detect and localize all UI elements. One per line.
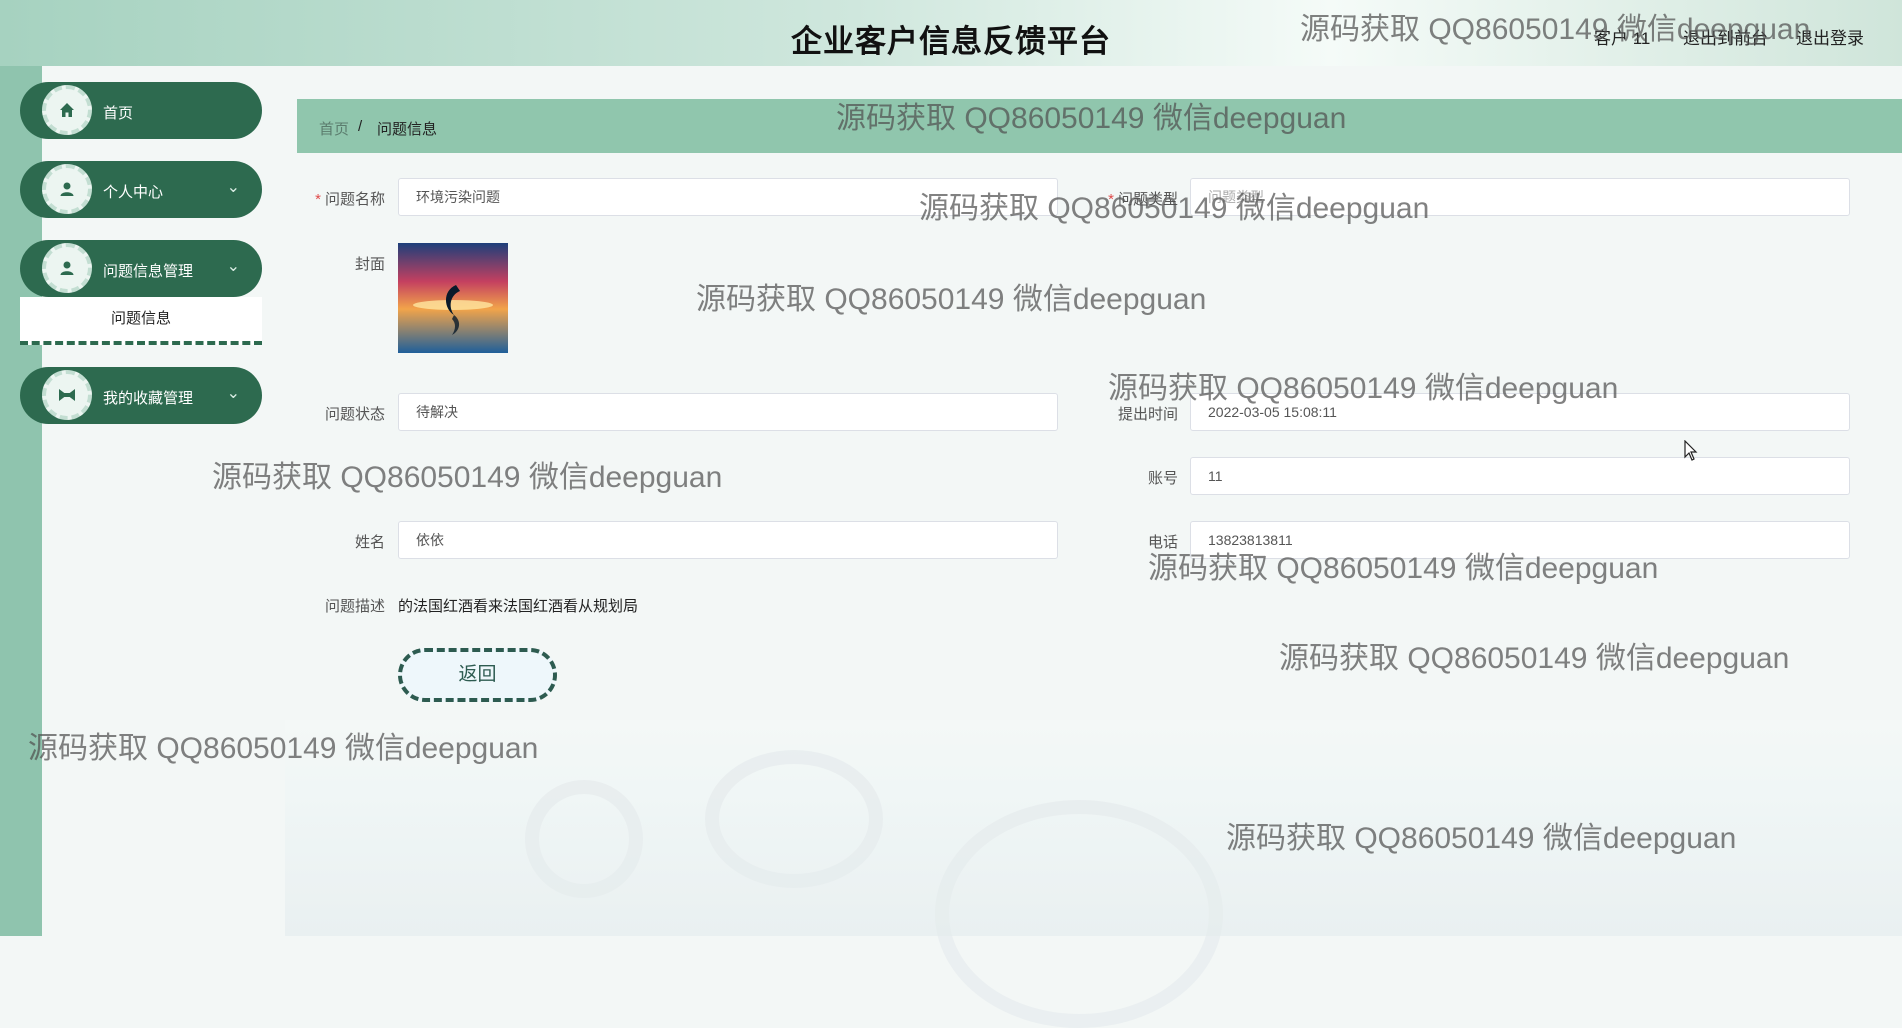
problem-name-input[interactable]: 环境污染问题 xyxy=(398,178,1058,216)
problem-name-label-text: 问题名称 xyxy=(324,191,385,208)
exit-to-front-link[interactable]: 退出到前台 xyxy=(1683,24,1768,49)
top-header: 企业客户信息反馈平台 客户 11 退出到前台 退出登录 xyxy=(0,0,1902,66)
chevron-down-icon: ⌄ xyxy=(226,258,240,275)
breadcrumb: 首页 / 问题信息 xyxy=(297,99,1902,153)
sidebar-item-problem-management[interactable]: 问题信息管理 ⌄ xyxy=(20,240,262,297)
chevron-down-icon: ⌄ xyxy=(226,179,240,196)
phone-input[interactable]: 13823813811 xyxy=(1190,521,1850,559)
breadcrumb-separator: / xyxy=(358,118,363,135)
required-mark: * xyxy=(315,191,321,208)
person-icon xyxy=(42,243,92,293)
collect-icon xyxy=(42,370,92,420)
person-icon xyxy=(42,164,92,214)
sidebar-item-personal-center[interactable]: 个人中心 ⌄ xyxy=(20,161,262,218)
sidebar-item-label: 我的收藏管理 xyxy=(103,390,194,407)
breadcrumb-current: 问题信息 xyxy=(377,121,438,138)
phone-label: 电话 xyxy=(1147,534,1178,551)
background-shape xyxy=(525,780,643,898)
account-input[interactable]: 11 xyxy=(1190,457,1850,495)
background-shape xyxy=(705,750,883,888)
status-input[interactable]: 待解决 xyxy=(398,393,1058,431)
back-button[interactable]: 返回 xyxy=(398,648,557,702)
logout-link[interactable]: 退出登录 xyxy=(1796,24,1864,49)
sidebar-item-label: 问题信息管理 xyxy=(103,263,194,280)
background-shape xyxy=(935,800,1223,1028)
name-label: 姓名 xyxy=(354,534,385,551)
watermark: 源码获取 QQ86050149 微信deepguan xyxy=(1279,642,1790,675)
problem-type-label-text: 问题类型 xyxy=(1117,191,1178,208)
sidebar-item-home[interactable]: 首页 xyxy=(20,82,262,139)
problem-type-input[interactable]: 问题类型 xyxy=(1190,178,1850,216)
problem-type-label: * 问题类型 xyxy=(1078,188,1178,209)
description-text: 的法国红酒看来法国红酒看从规划局 xyxy=(398,598,639,615)
sidebar-subitem-problem-info[interactable]: 问题信息 xyxy=(20,297,262,345)
status-label: 问题状态 xyxy=(324,406,385,423)
watermark: 源码获取 QQ86050149 微信deepguan xyxy=(696,283,1207,316)
account-label: 账号 xyxy=(1147,470,1178,487)
sidebar-item-label: 首页 xyxy=(103,105,134,122)
current-user: 客户 11 xyxy=(1594,29,1651,48)
submit-time-label: 提出时间 xyxy=(1117,406,1178,423)
sidebar-item-favorites[interactable]: 我的收藏管理 ⌄ xyxy=(20,367,262,424)
background-art xyxy=(285,720,1902,1028)
chevron-down-icon: ⌄ xyxy=(226,385,240,402)
mouse-cursor-icon xyxy=(1684,439,1698,467)
problem-name-label: * 问题名称 xyxy=(285,188,385,209)
watermark: 源码获取 QQ86050149 微信deepguan xyxy=(212,461,723,494)
sidebar-item-label: 个人中心 xyxy=(103,184,164,201)
home-icon xyxy=(42,85,92,135)
submit-time-input[interactable]: 2022-03-05 15:08:11 xyxy=(1190,393,1850,431)
sidebar: 首页 个人中心 ⌄ 问题信息管理 ⌄ 问题信息 我的收藏管理 ⌄ xyxy=(20,82,262,446)
required-mark: * xyxy=(1108,191,1114,208)
cover-image[interactable] xyxy=(398,243,508,353)
name-input[interactable]: 依依 xyxy=(398,521,1058,559)
description-label: 问题描述 xyxy=(324,598,385,615)
cover-label: 封面 xyxy=(354,256,385,273)
breadcrumb-home-link[interactable]: 首页 xyxy=(319,118,349,139)
